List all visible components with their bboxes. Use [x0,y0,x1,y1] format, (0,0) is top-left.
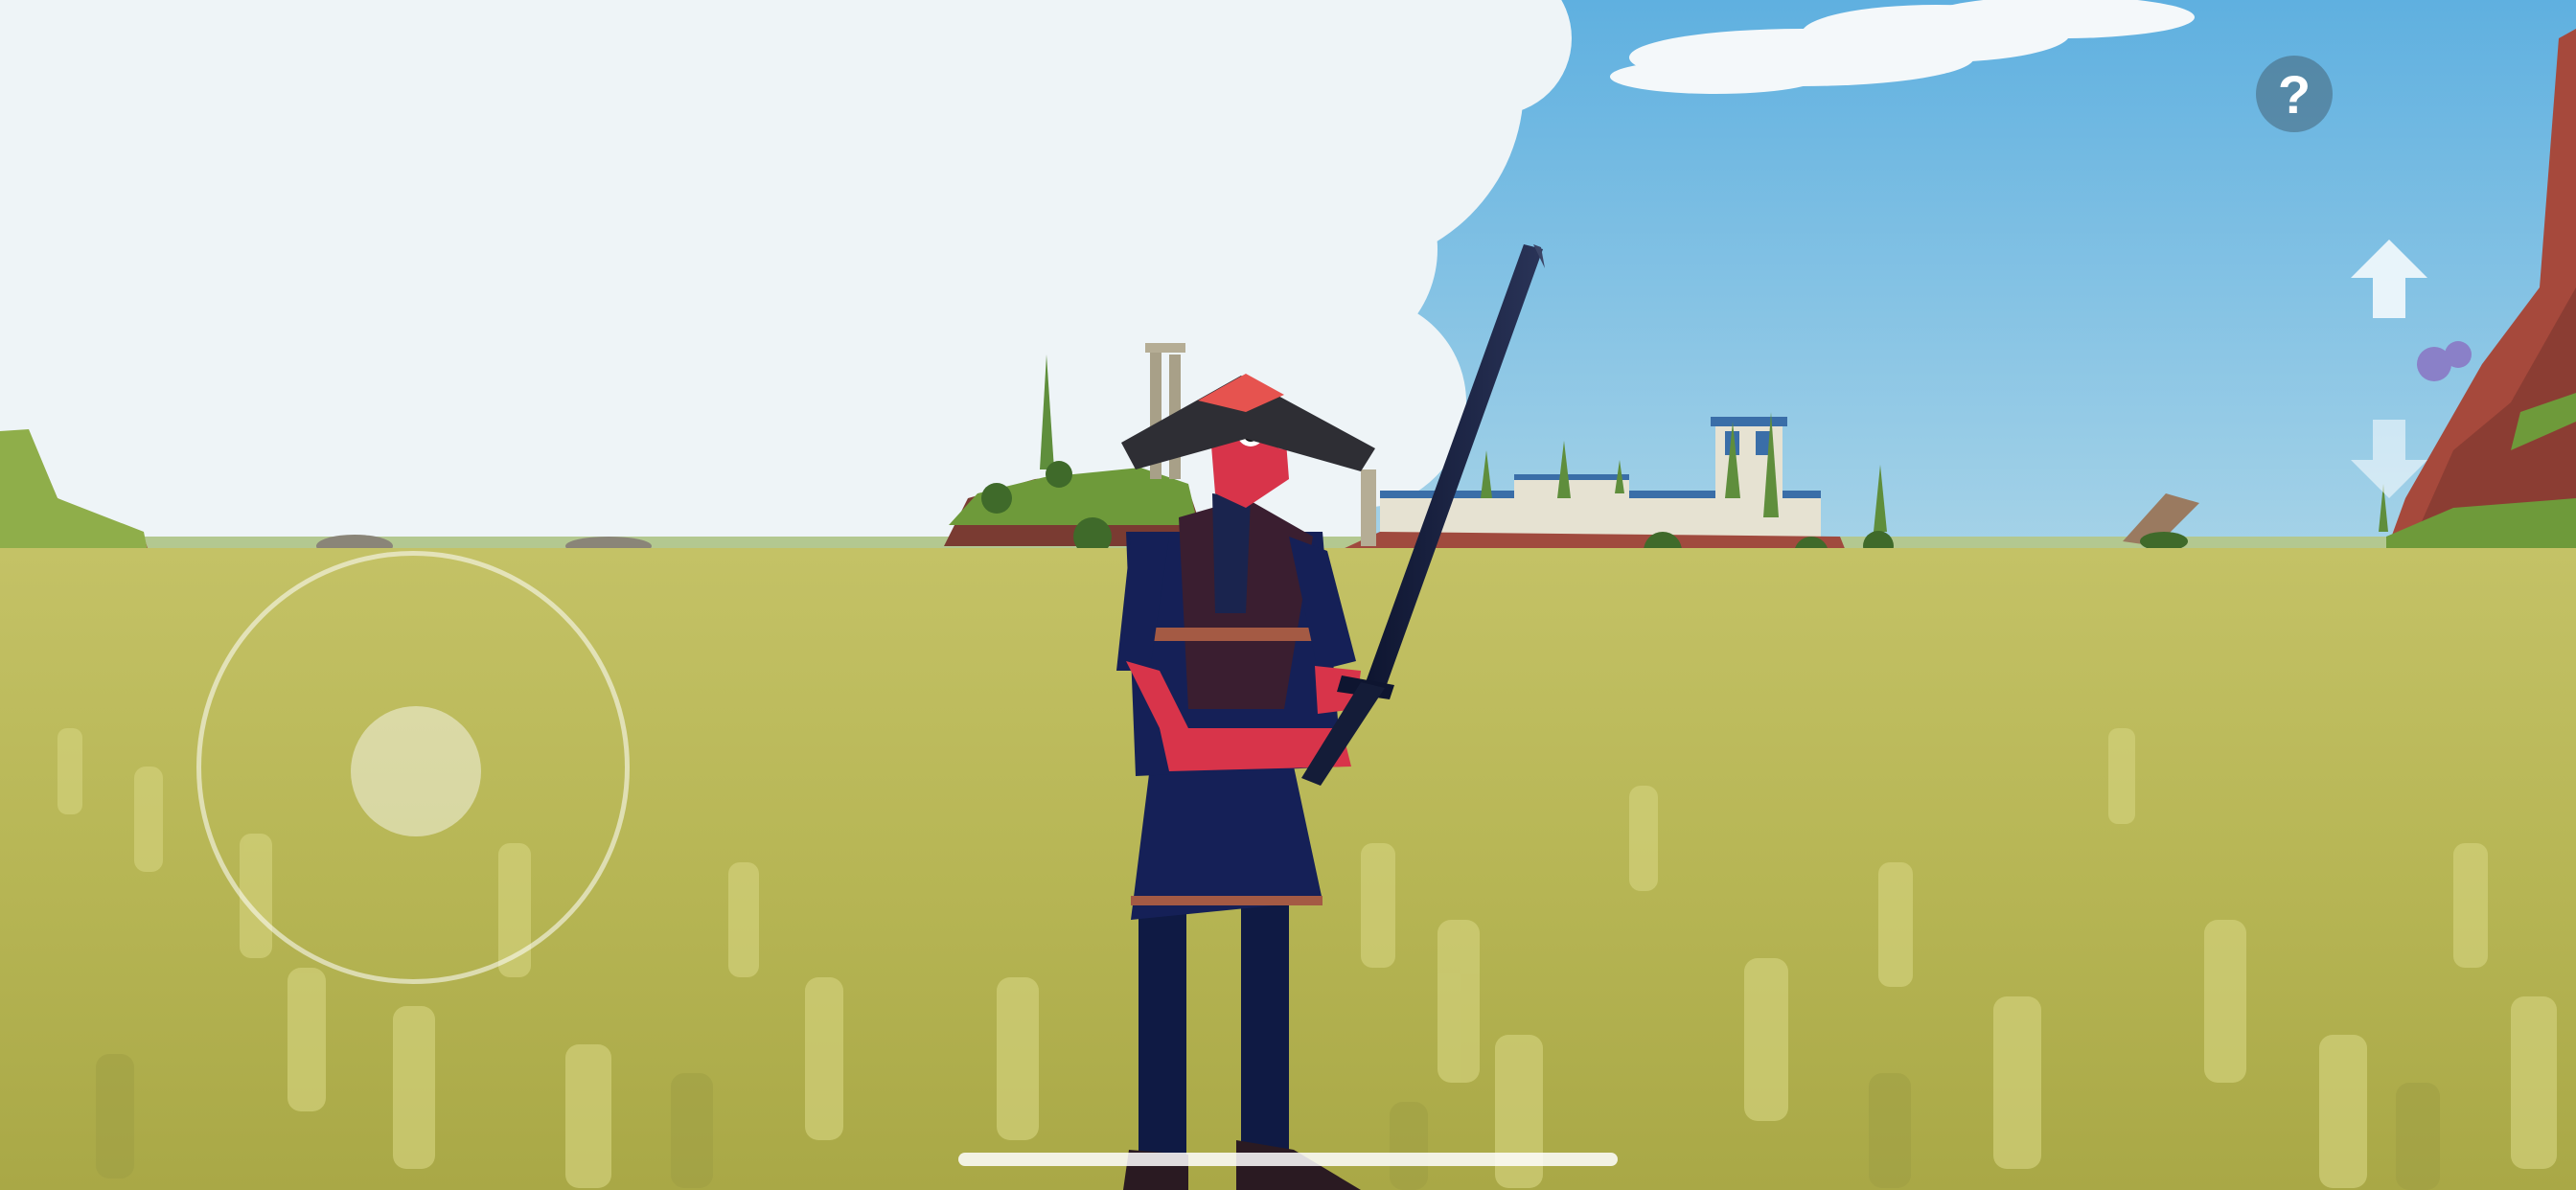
camera-down-arrow-icon[interactable] [2346,414,2432,500]
camera-up-arrow-icon[interactable] [2346,238,2432,324]
joystick-knob[interactable] [351,706,481,836]
home-indicator[interactable] [958,1153,1618,1166]
cloud-large [0,0,1572,613]
help-label: ? [2277,63,2312,125]
help-button[interactable]: ? [2256,56,2333,132]
